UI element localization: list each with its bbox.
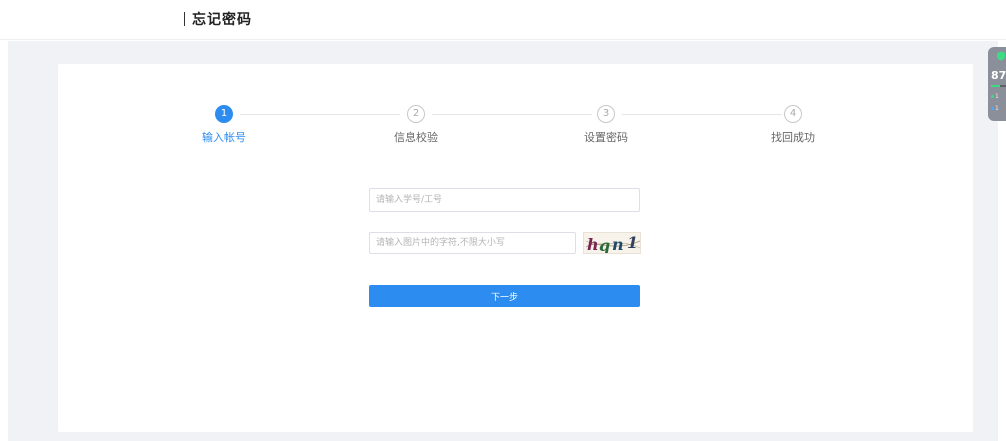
- captcha-image[interactable]: h q n 1: [583, 232, 641, 254]
- download-stat-value: 1: [995, 105, 999, 112]
- progress-steps: 1 输入帐号 2 信息校验 3 设置密码 4 找回成功: [0, 0, 1006, 144]
- shield-icon: [997, 51, 1005, 61]
- step-3: 3 设置密码: [566, 105, 646, 145]
- upload-stat-value: 1: [995, 93, 999, 100]
- step-1-circle: 1: [215, 105, 233, 123]
- svg-text:q: q: [599, 236, 610, 254]
- security-progress-bar: [991, 85, 1006, 87]
- account-input[interactable]: [369, 188, 640, 212]
- step-2: 2 信息校验: [376, 105, 456, 145]
- step-1: 1 输入帐号: [184, 105, 264, 145]
- svg-text:1: 1: [627, 233, 638, 252]
- step-1-label: 输入帐号: [202, 131, 246, 144]
- step-4-label: 找回成功: [771, 131, 815, 144]
- svg-text:h: h: [587, 235, 599, 254]
- step-3-circle: 3: [597, 105, 615, 123]
- captcha-input[interactable]: [369, 232, 576, 254]
- security-widget[interactable]: 87 1 1: [988, 47, 1006, 121]
- step-2-circle: 2: [407, 105, 425, 123]
- step-3-label: 设置密码: [584, 131, 628, 144]
- captcha-graphic: h q n 1: [584, 233, 640, 254]
- step-2-label: 信息校验: [394, 131, 438, 144]
- upload-stat: 1: [991, 93, 999, 100]
- download-stat: 1: [991, 105, 999, 112]
- next-step-button[interactable]: 下一步: [369, 285, 640, 307]
- security-score: 87: [991, 69, 1006, 82]
- up-dot-icon: [991, 95, 994, 98]
- step-4: 4 找回成功: [753, 105, 833, 145]
- step-4-circle: 4: [784, 105, 802, 123]
- svg-text:n: n: [612, 235, 624, 254]
- down-dot-icon: [991, 107, 994, 110]
